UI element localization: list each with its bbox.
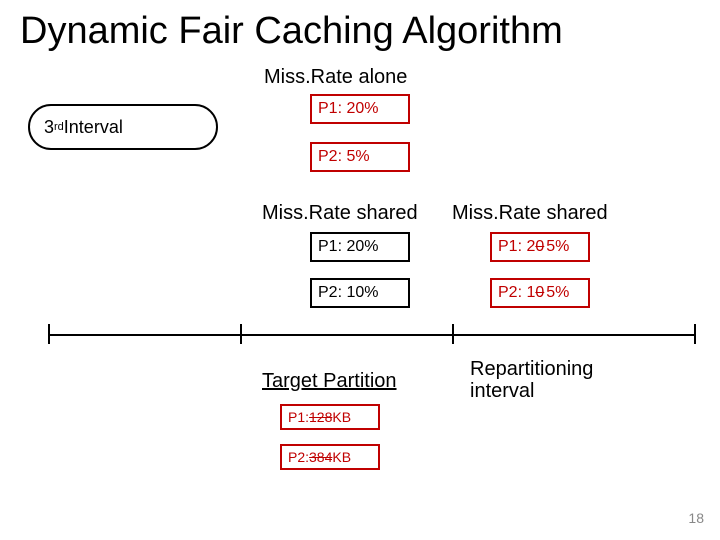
heading-shared-2: Miss.Rate shared <box>452 202 608 225</box>
target-p1-label: P1: <box>288 409 309 425</box>
repartition-label-l2: interval <box>470 380 534 403</box>
shared2-p2-strike: 0 <box>535 284 544 302</box>
page-title: Dynamic Fair Caching Algorithm <box>20 10 563 53</box>
target-p2-strike: 384 <box>309 449 332 465</box>
repartition-label-l1: Repartitioning <box>470 358 593 381</box>
page-number: 18 <box>688 510 704 526</box>
timeline-line <box>48 334 696 336</box>
shared2-p1-after: 5% <box>546 238 569 256</box>
heading-target: Target Partition <box>262 370 397 393</box>
shared2-p2-label: P2: 1 <box>498 284 535 302</box>
shared1-p1-box: P1: 20% <box>310 232 410 262</box>
timeline-tick-end <box>694 324 696 344</box>
target-p1-after: KB <box>332 409 351 425</box>
target-p2-after: KB <box>332 449 351 465</box>
shared2-p1-box: P1: 205% <box>490 232 590 262</box>
shared2-p2-after: 5% <box>546 284 569 302</box>
timeline-tick-2 <box>452 324 454 344</box>
alone-p2-box: P2: 5% <box>310 142 410 172</box>
target-p1-strike: 128 <box>309 409 332 425</box>
alone-p1-box: P1: 20% <box>310 94 410 124</box>
shared2-p2-box: P2: 105% <box>490 278 590 308</box>
timeline-tick-start <box>48 324 50 344</box>
timeline-tick-1 <box>240 324 242 344</box>
shared2-p1-strike: 0 <box>535 238 544 256</box>
shared1-p2-box: P2: 10% <box>310 278 410 308</box>
interval-pill: 3rd Interval <box>28 104 218 150</box>
target-p2-box: P2: 384KB <box>280 444 380 470</box>
heading-alone: Miss.Rate alone <box>264 66 407 89</box>
interval-post: Interval <box>64 117 123 138</box>
interval-pre: 3 <box>44 117 54 138</box>
shared2-p1-label: P1: 2 <box>498 238 535 256</box>
heading-shared-1: Miss.Rate shared <box>262 202 418 225</box>
target-p2-label: P2: <box>288 449 309 465</box>
interval-sup: rd <box>54 121 64 133</box>
target-p1-box: P1: 128KB <box>280 404 380 430</box>
